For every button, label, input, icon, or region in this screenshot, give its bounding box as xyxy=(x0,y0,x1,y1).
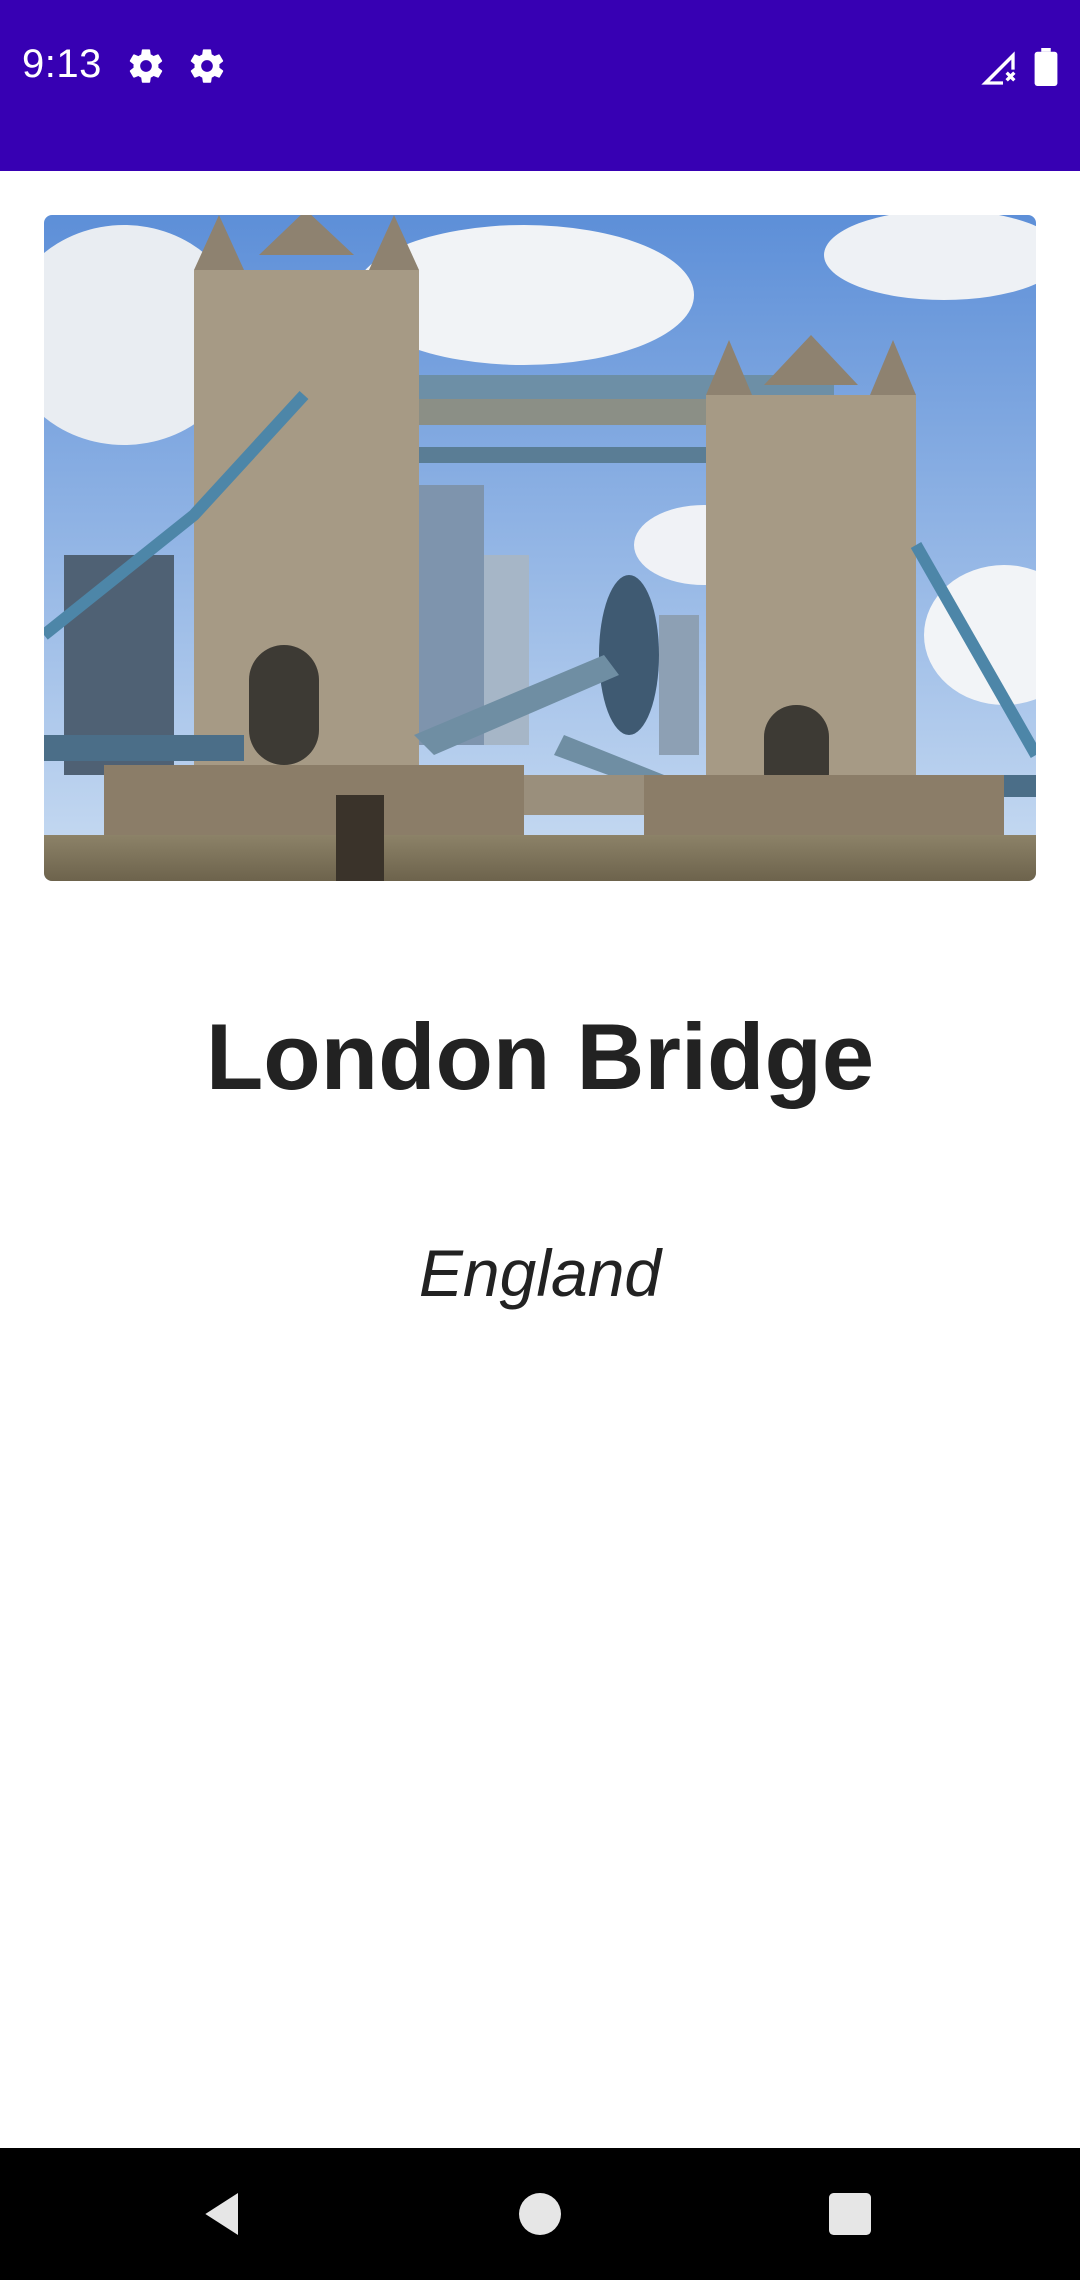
home-icon[interactable] xyxy=(512,2186,568,2242)
navigation-bar xyxy=(0,2148,1080,2280)
battery-icon xyxy=(1034,48,1058,86)
place-title: London Bridge xyxy=(205,1004,875,1109)
place-country: England xyxy=(418,1236,662,1310)
status-bar: 9:13 xyxy=(0,0,1080,171)
back-icon[interactable] xyxy=(196,2186,252,2242)
landmark-photo xyxy=(44,215,1036,881)
recents-icon[interactable] xyxy=(822,2186,878,2242)
gear-icon xyxy=(190,49,224,83)
signal-icon xyxy=(981,51,1016,85)
gear-icon xyxy=(129,49,163,83)
status-time: 9:13 xyxy=(22,42,102,86)
